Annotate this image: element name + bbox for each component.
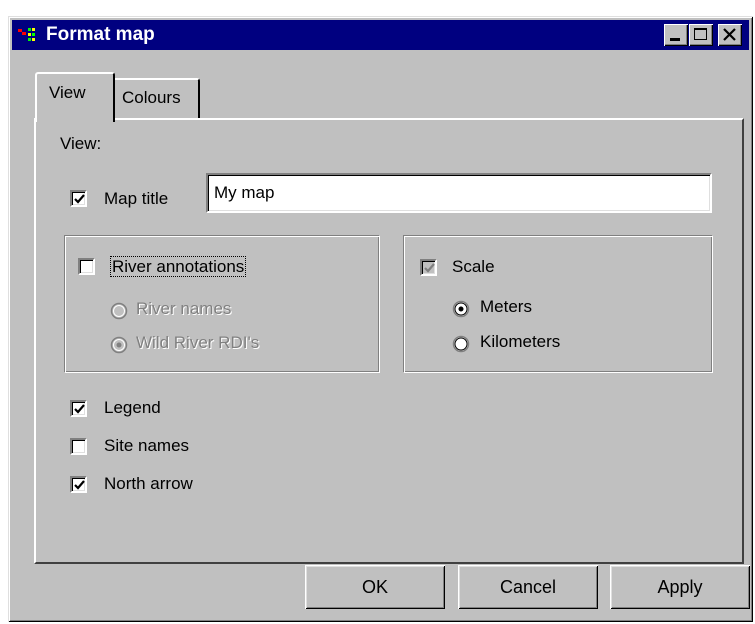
scale-group bbox=[403, 235, 713, 373]
checkmark-icon bbox=[424, 263, 435, 273]
legend-label: Legend bbox=[104, 398, 161, 417]
tab-view[interactable]: View bbox=[35, 72, 115, 122]
checkmark-icon bbox=[74, 194, 85, 204]
maximize-icon bbox=[694, 28, 707, 40]
map-title-checkbox[interactable] bbox=[70, 190, 87, 207]
north-arrow-checkbox[interactable] bbox=[70, 476, 87, 493]
north-arrow-label: North arrow bbox=[104, 474, 193, 493]
map-title-label: Map title bbox=[104, 189, 169, 208]
site-names-checkbox[interactable] bbox=[70, 438, 87, 455]
kilometers-label: Kilometers bbox=[480, 332, 561, 351]
river-annotations-label: River annotations bbox=[110, 256, 247, 277]
ok-button[interactable]: OK bbox=[305, 565, 445, 609]
close-button[interactable] bbox=[718, 24, 742, 46]
scale-checkbox[interactable] bbox=[420, 259, 437, 276]
close-icon bbox=[723, 28, 736, 41]
river-annotations-checkbox[interactable] bbox=[78, 258, 95, 275]
checkmark-icon bbox=[74, 480, 85, 490]
map-title-input[interactable] bbox=[206, 173, 712, 213]
site-names-label: Site names bbox=[104, 436, 190, 455]
meters-label: Meters bbox=[480, 297, 532, 316]
tab-colours[interactable]: Colours bbox=[112, 78, 200, 118]
tab-view-label: View bbox=[49, 83, 86, 102]
river-names-label: River names bbox=[136, 299, 232, 318]
kilometers-radio[interactable] bbox=[452, 335, 470, 353]
scale-label: Scale bbox=[452, 257, 495, 276]
title-bar[interactable]: Format map bbox=[12, 20, 749, 50]
checkmark-icon bbox=[74, 404, 85, 414]
view-section-label: View: bbox=[60, 134, 102, 153]
wild-river-rdis-radio[interactable] bbox=[110, 336, 128, 354]
minimize-button[interactable] bbox=[664, 24, 688, 46]
window-title: Format map bbox=[46, 24, 155, 45]
cancel-button[interactable]: Cancel bbox=[458, 565, 598, 609]
minimize-icon bbox=[670, 38, 680, 41]
river-names-radio[interactable] bbox=[110, 302, 128, 320]
meters-radio[interactable] bbox=[452, 300, 470, 318]
app-map-icon bbox=[18, 27, 38, 43]
maximize-button[interactable] bbox=[689, 24, 713, 46]
tab-colours-label: Colours bbox=[122, 88, 181, 107]
legend-checkbox[interactable] bbox=[70, 400, 87, 417]
apply-button[interactable]: Apply bbox=[610, 565, 750, 609]
wild-river-rdis-label: Wild River RDI's bbox=[136, 333, 260, 352]
